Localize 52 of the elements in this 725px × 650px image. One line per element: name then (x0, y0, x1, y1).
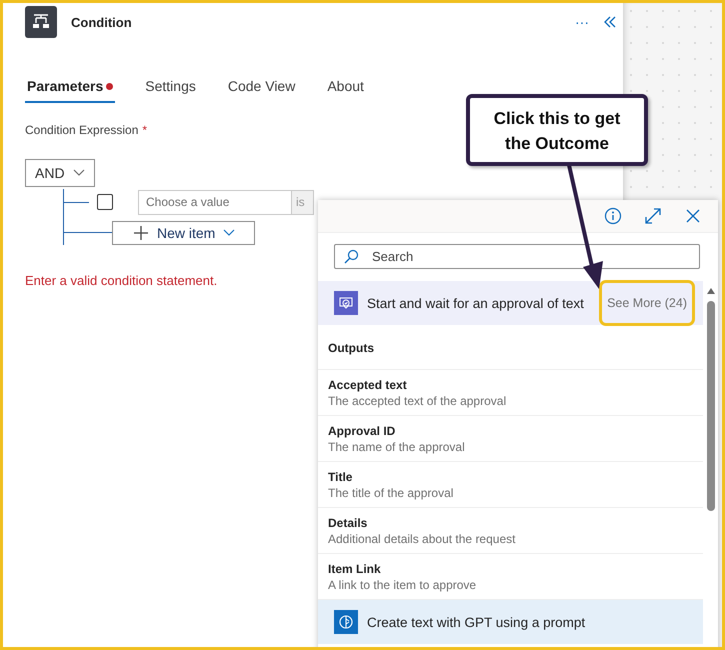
chevron-down-icon (73, 169, 85, 177)
info-button[interactable] (604, 207, 622, 225)
plus-icon (133, 225, 149, 241)
item-description: A link to the item to approve (328, 578, 478, 592)
tab[interactable]: Parameters (25, 74, 116, 103)
required-mark: * (142, 123, 148, 137)
item-title: Approval ID (328, 424, 396, 438)
output-item[interactable]: Details Additional details about the request (318, 508, 703, 554)
item-title: Item Link (328, 562, 382, 576)
item-title: Accepted text (328, 378, 408, 392)
collapse-button[interactable] (603, 16, 617, 28)
group-header[interactable]: Start and wait for an approval of text See More (24) (318, 281, 703, 325)
callout-note: Click this to get the Outcome (466, 94, 648, 166)
scroll-up-icon (707, 288, 715, 294)
item-description: The name of the approval (328, 440, 466, 454)
item-title: Details (328, 516, 368, 530)
field-label: Condition Expression (25, 123, 138, 137)
item-title: Title (328, 470, 354, 484)
info-icon (604, 207, 622, 225)
see-more-link[interactable]: See More (24) (599, 280, 695, 326)
condition-icon (25, 6, 57, 38)
checkbox[interactable] (97, 194, 113, 210)
tab[interactable]: Code View (226, 74, 298, 103)
output-item[interactable]: Accepted text The accepted text of the approval (318, 370, 703, 416)
scroll-thumb[interactable] (707, 301, 715, 511)
chevron-down-icon (223, 229, 236, 237)
operator-dropdown[interactable]: AND (25, 159, 95, 187)
panel-title: Condition (71, 14, 132, 30)
item-description: Additional details about the request (328, 532, 516, 546)
section-label: Outputs (318, 325, 703, 370)
error-message: Enter a valid condition statement. (25, 273, 218, 288)
close-icon (684, 207, 702, 225)
expand-icon (644, 207, 662, 225)
ai-builder-icon (334, 610, 358, 634)
more-button[interactable]: ··· (575, 14, 589, 30)
expand-button[interactable] (644, 207, 662, 225)
close-button[interactable] (684, 207, 702, 225)
item-description: The accepted text of the approval (328, 394, 508, 408)
item-description: The title of the approval (328, 486, 454, 500)
output-item[interactable]: Approval ID The name of the approval (318, 416, 703, 462)
group-title: Start and wait for an approval of text (367, 296, 584, 310)
search-field[interactable]: Search (334, 244, 700, 269)
new-item-button[interactable]: New item (112, 221, 255, 245)
value-field[interactable]: Choose a value (138, 190, 292, 214)
tab[interactable]: Settings (143, 74, 198, 103)
approval-icon (334, 291, 358, 315)
group-header[interactable]: Create text with GPT using a prompt (318, 600, 703, 644)
tab[interactable]: About (325, 74, 366, 103)
group-title: Create text with GPT using a prompt (367, 614, 586, 630)
search-icon (343, 249, 359, 265)
output-item[interactable]: Title The title of the approval (318, 462, 703, 508)
double-chevron-icon (603, 16, 617, 28)
